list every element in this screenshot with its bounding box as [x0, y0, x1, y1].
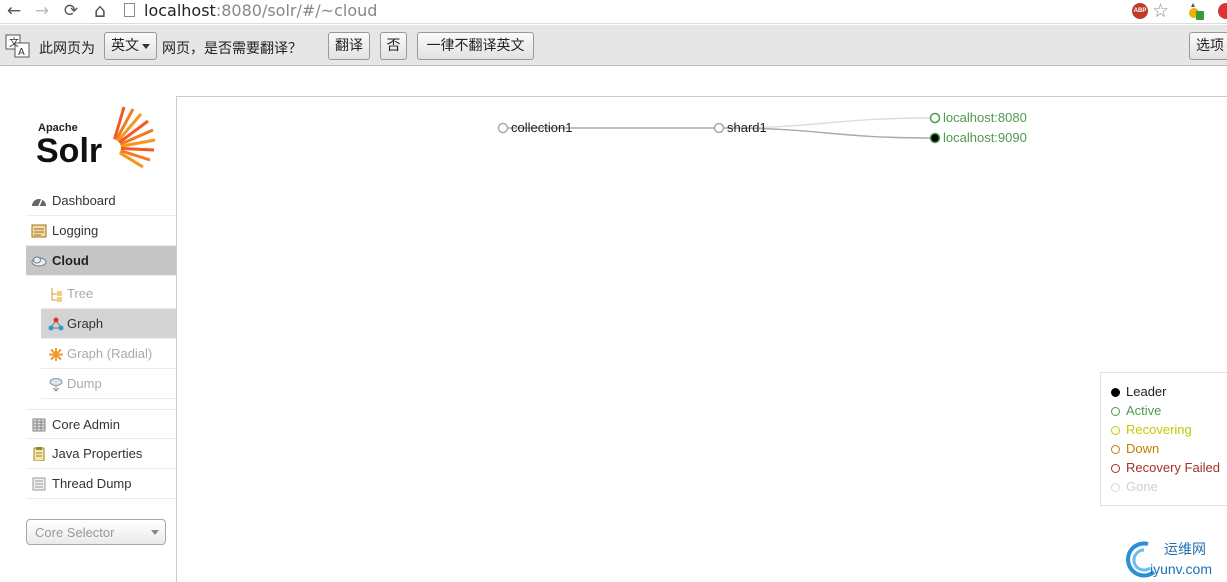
legend-item-active: Active [1111, 403, 1161, 421]
language-select[interactable]: 英文 [104, 32, 157, 60]
legend-item-leader: Leader [1111, 384, 1166, 402]
legend-label: Active [1126, 403, 1162, 418]
collection-label: collection1 [511, 120, 572, 135]
sidebar-item-java-properties[interactable]: Java Properties [26, 439, 176, 469]
translate-prompt-suffix: 网页，是否需要翻译？ [162, 41, 302, 57]
sidebar-item-cloud[interactable]: Cloud [26, 246, 176, 276]
translate-bar: 文 A 此网页为 英文 网页，是否需要翻译？ 翻译 否 一律不翻译英文 选项 [0, 25, 1227, 66]
replica-node-active[interactable] [929, 112, 941, 124]
sidebar-item-label: Cloud [52, 253, 89, 268]
down-dot-icon [1111, 445, 1120, 454]
graph-radial-icon [49, 348, 63, 361]
home-icon[interactable]: ⌂ [90, 1, 110, 21]
no-translate-button[interactable]: 否 [380, 32, 407, 60]
sidebar-item-label: Thread Dump [52, 476, 132, 491]
legend-label: Recovering [1126, 422, 1192, 437]
graph-icon [48, 317, 64, 331]
url-path: :8080/solr/#/~cloud [215, 1, 378, 20]
solr-logo[interactable]: Apache Solr [36, 104, 160, 168]
sidebar-item-label: Logging [52, 223, 99, 238]
sidebar-item-dashboard[interactable]: Dashboard [26, 186, 176, 216]
dump-icon [49, 378, 63, 392]
forward-icon[interactable]: → [32, 1, 52, 21]
back-icon[interactable]: ← [4, 1, 24, 21]
sidebar-item-core-admin[interactable]: Core Admin [26, 409, 176, 439]
logo-solr-text: Solr [36, 132, 102, 168]
core-admin-icon [32, 418, 46, 432]
sidebar-subitem-label: Tree [67, 286, 94, 301]
core-selector-placeholder: Core Selector [35, 525, 115, 540]
replica-node-leader[interactable] [929, 132, 941, 144]
logging-icon [31, 224, 47, 238]
sidebar-subitem-dump[interactable]: Dump [41, 369, 176, 399]
replica-label-leader[interactable]: localhost:9090 [943, 130, 1027, 145]
address-bar[interactable]: localhost:8080/solr/#/~cloud [118, 0, 1126, 22]
translate-prompt-prefix: 此网页为 [39, 41, 95, 57]
cloud-icon [31, 256, 47, 267]
legend: Leader Active Recovering Down Recovery F… [1100, 372, 1227, 506]
gone-dot-icon [1111, 483, 1120, 492]
sidebar-item-label: Java Properties [52, 446, 143, 461]
extension-icon[interactable] [1188, 2, 1204, 20]
core-selector[interactable]: Core Selector [26, 519, 166, 545]
active-dot-icon [1111, 407, 1120, 416]
collection-node[interactable] [497, 122, 509, 134]
adblock-icon[interactable]: ABP [1132, 3, 1148, 19]
translate-icon: 文 A [5, 34, 30, 58]
translate-button[interactable]: 翻译 [328, 32, 370, 60]
sidebar-subitem-graph[interactable]: Graph [41, 309, 176, 339]
reload-icon[interactable]: ⟳ [61, 1, 81, 21]
legend-label: Gone [1126, 479, 1158, 494]
legend-label: Leader [1126, 384, 1167, 399]
java-properties-icon [33, 447, 45, 461]
leader-dot-icon [1111, 388, 1120, 397]
sidebar-subitem-graph-radial[interactable]: Graph (Radial) [41, 339, 176, 369]
site-watermark: 运维网 iyunv.com [1126, 541, 1212, 578]
cloud-graph: collection1 shard1 localhost:8080 localh… [497, 110, 1027, 145]
legend-label: Recovery Failed [1126, 460, 1220, 475]
bookmark-star-icon[interactable]: ☆ [1152, 0, 1169, 22]
sidebar-subitem-label: Graph [67, 316, 104, 331]
legend-item-recovery-failed: Recovery Failed [1111, 460, 1220, 478]
language-label: 英文 [111, 38, 139, 54]
watermark-line2: iyunv.com [1150, 561, 1212, 577]
options-button[interactable]: 选项 [1189, 32, 1227, 60]
extension-icon-2[interactable] [1218, 3, 1227, 19]
recovery-failed-dot-icon [1111, 464, 1120, 473]
shard-label: shard1 [727, 120, 767, 135]
browser-toolbar: ← → ⟳ ⌂ localhost:8080/solr/#/~cloud ABP… [0, 0, 1227, 24]
thread-dump-icon [32, 477, 46, 491]
legend-item-recovering: Recovering [1111, 422, 1192, 440]
sidebar-item-thread-dump[interactable]: Thread Dump [26, 469, 176, 499]
svg-text:A: A [18, 47, 25, 58]
dashboard-icon [32, 198, 46, 207]
recovering-dot-icon [1111, 426, 1120, 435]
sidebar-item-label: Dashboard [52, 193, 116, 208]
page-icon [124, 3, 135, 17]
legend-item-down: Down [1111, 441, 1159, 459]
sidebar-item-label: Core Admin [52, 417, 120, 432]
tree-icon [51, 288, 62, 302]
sidebar-subitem-label: Graph (Radial) [67, 346, 153, 361]
never-translate-button[interactable]: 一律不翻译英文 [417, 32, 534, 60]
shard-node[interactable] [713, 122, 725, 134]
chevron-down-icon [142, 43, 150, 49]
cloud-graph-panel: collection1 shard1 localhost:8080 localh… [176, 96, 1227, 582]
legend-label: Down [1126, 441, 1160, 456]
watermark-line1: 运维网 [1164, 542, 1206, 558]
url-host: localhost [144, 1, 216, 20]
replica-label-active[interactable]: localhost:8080 [943, 110, 1027, 125]
sidebar-subitem-tree[interactable]: Tree [41, 279, 176, 309]
sidebar-subitem-label: Dump [67, 376, 102, 391]
chevron-down-icon [151, 530, 159, 535]
legend-item-gone: Gone [1111, 479, 1158, 497]
sidebar-item-logging[interactable]: Logging [26, 216, 176, 246]
